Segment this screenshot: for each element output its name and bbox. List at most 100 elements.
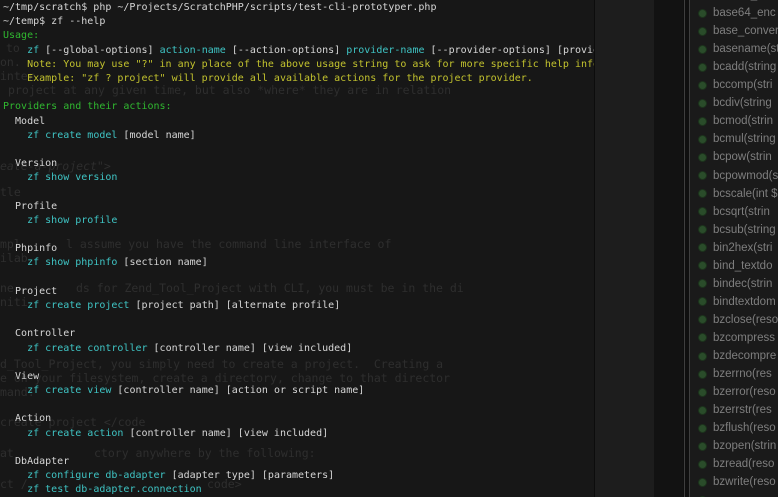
terminal-line: Model <box>3 115 594 129</box>
function-dot-icon <box>698 135 707 144</box>
function-name-label: bcmod(strin <box>713 115 773 127</box>
function-name-label: bcdiv(string <box>713 97 772 109</box>
terminal-line: Profile <box>3 200 594 214</box>
function-list-item[interactable]: bzcompress <box>690 329 778 347</box>
function-dot-icon <box>698 45 707 54</box>
function-list-item[interactable]: bcsub(string <box>690 221 778 239</box>
terminal-text-segment: Model <box>3 116 45 127</box>
function-list-item[interactable]: bzclose(reso <box>690 311 778 329</box>
terminal-line: Phpinfo <box>3 242 594 256</box>
function-list-item[interactable]: base64_enc <box>690 4 778 22</box>
function-list-item[interactable]: bzread(reso <box>690 455 778 473</box>
terminal-line: ~/tmp/scratch$ php ~/Projects/ScratchPHP… <box>3 1 594 15</box>
function-list-item[interactable]: bzopen(strin <box>690 437 778 455</box>
terminal-text-segment <box>3 130 27 141</box>
function-name-label: bzdecompre <box>713 350 776 362</box>
function-list-item[interactable]: basename(st <box>690 40 778 58</box>
terminal-line: zf show version <box>3 171 594 185</box>
function-list-item[interactable]: bcpowmod(s <box>690 167 778 185</box>
terminal-line <box>3 356 594 370</box>
function-list-item[interactable]: bzerrstr(res <box>690 401 778 419</box>
terminal-text-segment <box>3 172 27 183</box>
function-list-item[interactable]: bcmul(string <box>690 130 778 148</box>
function-list-item[interactable]: bzdecompre <box>690 347 778 365</box>
function-name-label: bzerrstr(res <box>713 404 772 416</box>
function-list-item[interactable]: bindtextdom <box>690 293 778 311</box>
function-dot-icon <box>698 279 707 288</box>
terminal-text-segment: [project path] [alternate profile] <box>129 300 340 311</box>
terminal-text-segment <box>3 385 27 396</box>
terminal-line: zf create action [controller name] [view… <box>3 427 594 441</box>
function-name-label: bzerror(reso <box>713 386 776 398</box>
terminal-text-segment: Usage: <box>3 30 39 41</box>
function-dot-icon <box>698 297 707 306</box>
function-name-label: bindtextdom <box>713 296 776 308</box>
function-list-item[interactable]: bin2hex(stri <box>690 239 778 257</box>
function-name-label: bcmul(string <box>713 133 776 145</box>
function-list-item[interactable]: base_conver <box>690 22 778 40</box>
function-name-label: bzcompress <box>713 332 775 344</box>
terminal-text-segment <box>3 215 27 226</box>
terminal-text-segment: Phpinfo <box>3 243 57 254</box>
terminal-line: ~/temp$ zf --help <box>3 15 594 29</box>
terminal-line <box>3 228 594 242</box>
function-dot-icon <box>698 442 707 451</box>
terminal-text-segment: zf create view <box>27 385 111 396</box>
function-name-label: bcpowmod(s <box>713 170 778 182</box>
terminal-line: zf create controller [controller name] [… <box>3 342 594 356</box>
terminal-text-segment: provider-name <box>346 45 424 56</box>
terminal-text-segment: View <box>3 371 39 382</box>
desktop-gap-strip <box>594 0 654 497</box>
terminal-text-segment: zf <box>27 45 39 56</box>
function-dot-icon <box>698 171 707 180</box>
function-list-item[interactable]: bcscale(int $ <box>690 185 778 203</box>
terminal-text-segment <box>3 257 27 268</box>
terminal-line: Example: "zf ? project" will provide all… <box>3 72 594 86</box>
terminal-line: zf show profile <box>3 214 594 228</box>
terminal-line: zf create model [model name] <box>3 129 594 143</box>
terminal-window[interactable]: toon.interproject at any given time, but… <box>0 0 594 497</box>
terminal-text-segment: Action <box>3 413 51 424</box>
function-list-item[interactable]: bcadd(string <box>690 58 778 76</box>
terminal-text-segment: zf show version <box>27 172 117 183</box>
function-dot-icon <box>698 63 707 72</box>
function-list-item[interactable]: bccomp(stri <box>690 76 778 94</box>
terminal-text-segment: Providers and their actions: <box>3 101 172 112</box>
function-dot-icon <box>698 406 707 415</box>
function-list-item[interactable]: bcdiv(string <box>690 94 778 112</box>
function-list-item[interactable]: bzflush(reso <box>690 419 778 437</box>
terminal-text-segment: DbAdapter <box>3 456 69 467</box>
function-name-label: bindec(strin <box>713 278 772 290</box>
function-list-item[interactable] <box>690 491 778 497</box>
function-list-item[interactable]: bcpow(strin <box>690 148 778 166</box>
function-dot-icon <box>698 243 707 252</box>
function-list-item[interactable]: bind_textdo <box>690 257 778 275</box>
function-list-item[interactable]: bcmod(strin <box>690 112 778 130</box>
terminal-text-segment: [adapter type] [parameters] <box>166 470 335 481</box>
function-dot-icon <box>698 117 707 126</box>
function-dot-icon <box>698 153 707 162</box>
terminal-line <box>3 313 594 327</box>
function-name-label: bcscale(int $ <box>713 188 778 200</box>
function-list-item[interactable]: bzerrno(res <box>690 365 778 383</box>
function-dot-icon <box>698 27 707 36</box>
terminal-text-segment <box>3 45 27 56</box>
function-dot-icon <box>698 189 707 198</box>
function-name-label: bzerrno(res <box>713 368 772 380</box>
terminal-text-segment: [--action-options] <box>226 45 346 56</box>
function-list-item[interactable]: bcsqrt(strin <box>690 203 778 221</box>
terminal-text-segment: [section name] <box>117 257 207 268</box>
function-name-label: bcsub(string <box>713 224 776 236</box>
function-name-label: bzopen(strin <box>713 440 776 452</box>
terminal-line <box>3 143 594 157</box>
function-list-item[interactable]: bzwrite(reso <box>690 473 778 491</box>
function-dot-icon <box>698 315 707 324</box>
terminal-text-segment: Controller <box>3 328 75 339</box>
function-list-item[interactable]: bindec(strin <box>690 275 778 293</box>
function-dot-icon <box>698 460 707 469</box>
terminal-line: zf create view [controller name] [action… <box>3 384 594 398</box>
terminal-text-segment: action-name <box>160 45 226 56</box>
function-list-item[interactable]: bzerror(reso <box>690 383 778 401</box>
panel-splitter[interactable] <box>683 0 690 497</box>
function-name-label: bzflush(reso <box>713 422 776 434</box>
